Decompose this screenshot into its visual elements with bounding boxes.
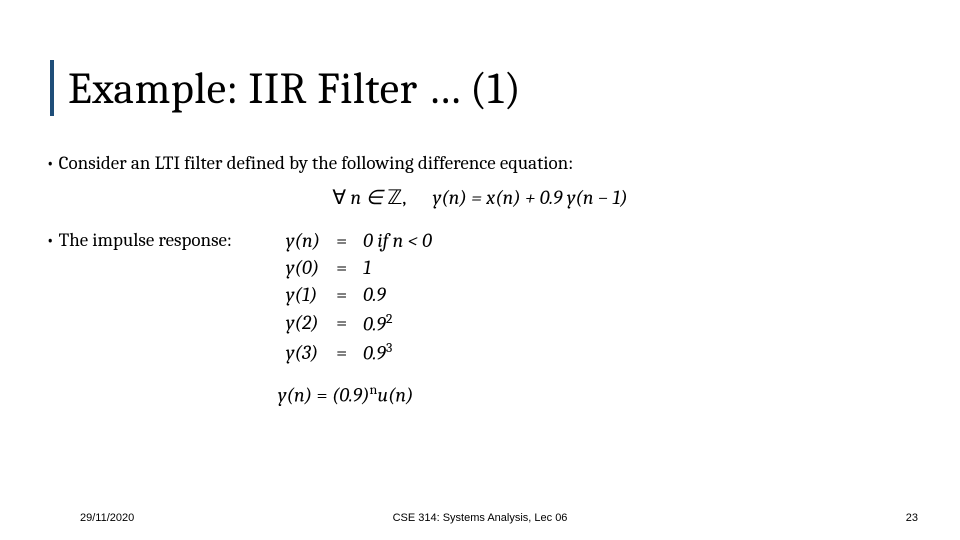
- y2-label: y(2): [278, 308, 328, 338]
- table-row: y(0) = 1: [278, 254, 440, 281]
- equals-sign: =: [328, 337, 355, 367]
- y3-label: y(3): [278, 337, 328, 367]
- bullet-consider: Consider an LTI filter defined by the fo…: [46, 150, 914, 177]
- y3-value: 0.93: [355, 337, 440, 367]
- equals-sign: =: [328, 281, 355, 308]
- y1-label: y(1): [278, 281, 328, 308]
- slide: Example: IIR Filter … (1) Consider an LT…: [0, 0, 960, 540]
- yn-value: 0 if n < 0: [363, 229, 432, 252]
- table-row: y(1) = 0.9: [278, 281, 440, 308]
- equals-sign: =: [328, 254, 355, 281]
- integers-symbol: ℤ: [387, 186, 402, 209]
- closed-form: y(n) = (0.9)nu(n): [278, 381, 440, 407]
- table-row: y(3) = 0.93: [278, 337, 440, 367]
- impulse-table: y(n) = 0 if n < 0 y(0) = 1 y(1) = 0.9: [278, 227, 440, 367]
- yn-label: y(n): [278, 227, 328, 254]
- closed-base: (0.9): [332, 384, 370, 407]
- impulse-response-row: The impulse response: y(n) = 0 if n < 0 …: [46, 227, 914, 407]
- footer-course: CSE 314: Systems Analysis, Lec 06: [0, 512, 960, 524]
- title-block: Example: IIR Filter … (1): [50, 60, 521, 116]
- diff-eq-body: y(n) = x(n) + 0.9 y(n − 1): [433, 186, 628, 209]
- table-row: y(n) = 0 if n < 0: [278, 227, 440, 254]
- eq-comma: ,: [402, 186, 406, 209]
- slide-title: Example: IIR Filter … (1): [68, 63, 521, 114]
- closed-lhs: y(n): [278, 384, 312, 407]
- impulse-math-block: y(n) = 0 if n < 0 y(0) = 1 y(1) = 0.9: [278, 227, 440, 407]
- closed-u: u(n): [377, 384, 413, 407]
- title-accent-bar: [50, 60, 54, 116]
- forall-symbol: ∀: [332, 186, 346, 209]
- equals-sign: =: [328, 308, 355, 338]
- footer-page-number: 23: [906, 512, 918, 524]
- table-row: y(2) = 0.92: [278, 308, 440, 338]
- y0-label: y(0): [278, 254, 328, 281]
- y0-value: 1: [355, 254, 440, 281]
- bullet-impulse: The impulse response:: [46, 227, 232, 254]
- n-in: n ∈: [350, 186, 382, 209]
- content-area: Consider an LTI filter defined by the fo…: [46, 150, 914, 407]
- difference-equation: ∀ n ∈ ℤ, y(n) = x(n) + 0.9 y(n − 1): [46, 185, 914, 209]
- equals-sign: =: [328, 227, 355, 254]
- y1-value: 0.9: [355, 281, 440, 308]
- y2-value: 0.92: [355, 308, 440, 338]
